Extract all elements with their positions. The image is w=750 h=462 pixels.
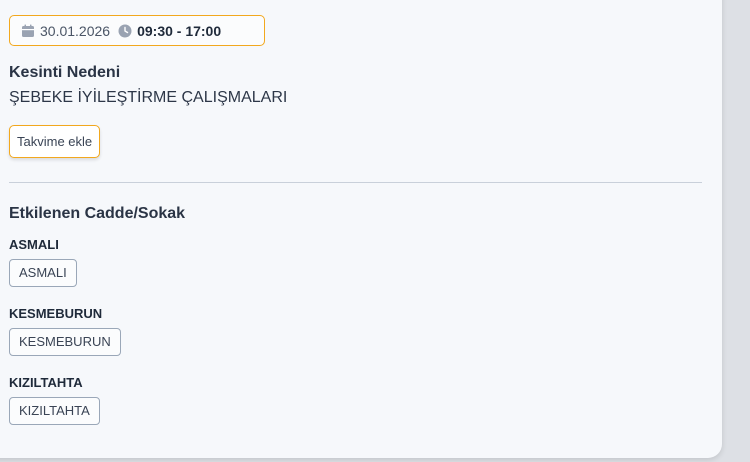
outage-date: 30.01.2026 [40, 22, 111, 39]
street-item: KIZILTAHTA KIZILTAHTA [9, 373, 100, 425]
add-to-calendar-button[interactable]: Takvime ekle [9, 125, 101, 158]
affected-streets-title: Etkilenen Cadde/Sokak [9, 205, 186, 222]
street-item: ASMALI ASMALI [9, 235, 77, 287]
date-time-badge: 30.01.2026 09:30 - 17:00 [9, 15, 265, 46]
street-name: KESMEBURUN [9, 306, 103, 321]
street-name: ASMALI [9, 237, 59, 252]
reason-label: Kesinti Nedeni [9, 64, 121, 81]
street-name: KIZILTAHTA [9, 375, 83, 390]
divider [9, 182, 702, 183]
clock-icon [118, 24, 132, 38]
calendar-icon [21, 24, 35, 38]
outage-time-range: 09:30 - 17:00 [137, 22, 222, 39]
reason-value: ŞEBEKE İYİLEŞTİRME ÇALIŞMALARI [9, 89, 288, 106]
street-item: KESMEBURUN KESMEBURUN [9, 304, 121, 356]
street-chip: KIZILTAHTA [9, 397, 100, 425]
street-chip: KESMEBURUN [9, 328, 121, 356]
street-chip: ASMALI [9, 259, 77, 287]
